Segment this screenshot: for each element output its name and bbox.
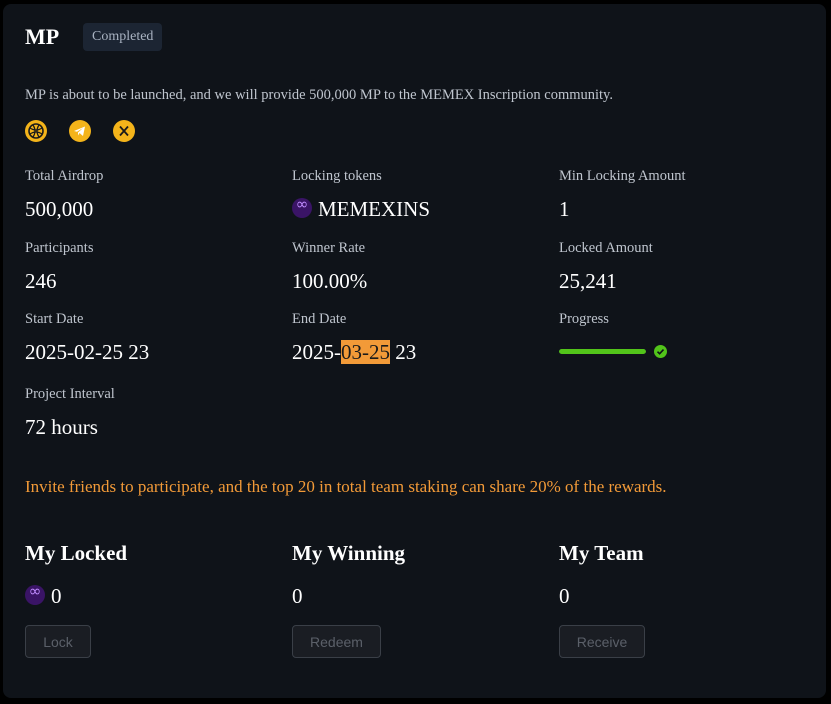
total-airdrop-value: 500,000 [25,197,94,221]
my-winning-title: My Winning [292,541,406,565]
end-date-label: End Date [292,311,347,327]
locked-amount-label: Locked Amount [559,240,653,256]
progress-bar-fill [559,349,646,354]
progress-bar [559,349,646,354]
project-interval-label: Project Interval [25,386,115,402]
min-locking-label: Min Locking Amount [559,168,686,184]
winner-rate-label: Winner Rate [292,240,366,256]
min-locking-value: 1 [559,197,570,221]
receive-button[interactable]: Receive [559,625,645,658]
status-badge: Completed [83,23,163,51]
my-team-value: 0 [559,584,570,608]
project-description: MP is about to be launched, and we will … [25,87,613,103]
project-interval-value: 72 hours [25,415,98,439]
check-circle-icon [654,345,667,358]
total-airdrop-label: Total Airdrop [25,168,104,184]
progress-label: Progress [559,311,609,327]
telegram-icon[interactable] [69,120,91,142]
end-date-highlight: 03-25 [341,340,390,364]
my-team-title: My Team [559,541,644,565]
my-locked-title: My Locked [25,541,128,565]
participants-value: 246 [25,269,57,293]
end-date-prefix: 2025- [292,340,341,364]
invite-message: Invite friends to participate, and the t… [25,477,667,496]
my-winning-value: 0 [292,584,303,608]
locking-tokens-label: Locking tokens [292,168,382,184]
locking-tokens-value: MEMEXINS [292,195,431,222]
project-title: MP [25,24,60,49]
lock-button[interactable]: Lock [25,625,91,658]
website-icon[interactable] [25,120,47,142]
end-date-suffix: 23 [390,340,417,364]
memexins-token-icon [25,582,45,605]
winner-rate-value: 100.00% [292,269,368,293]
start-date-value: 2025-02-25 23 [25,340,150,364]
x-icon[interactable] [113,120,135,142]
memexins-token-icon [292,195,312,218]
end-date-value: 2025-03-25 23 [292,340,416,365]
start-date-label: Start Date [25,311,84,327]
locking-token-name: MEMEXINS [318,197,431,221]
participants-label: Participants [25,240,94,256]
locked-amount-value: 25,241 [559,269,617,293]
my-locked-value: 0 [25,582,62,609]
redeem-button[interactable]: Redeem [292,625,381,658]
my-locked-amount: 0 [51,584,62,608]
project-card: MP Completed MP is about to be launched,… [3,4,826,698]
